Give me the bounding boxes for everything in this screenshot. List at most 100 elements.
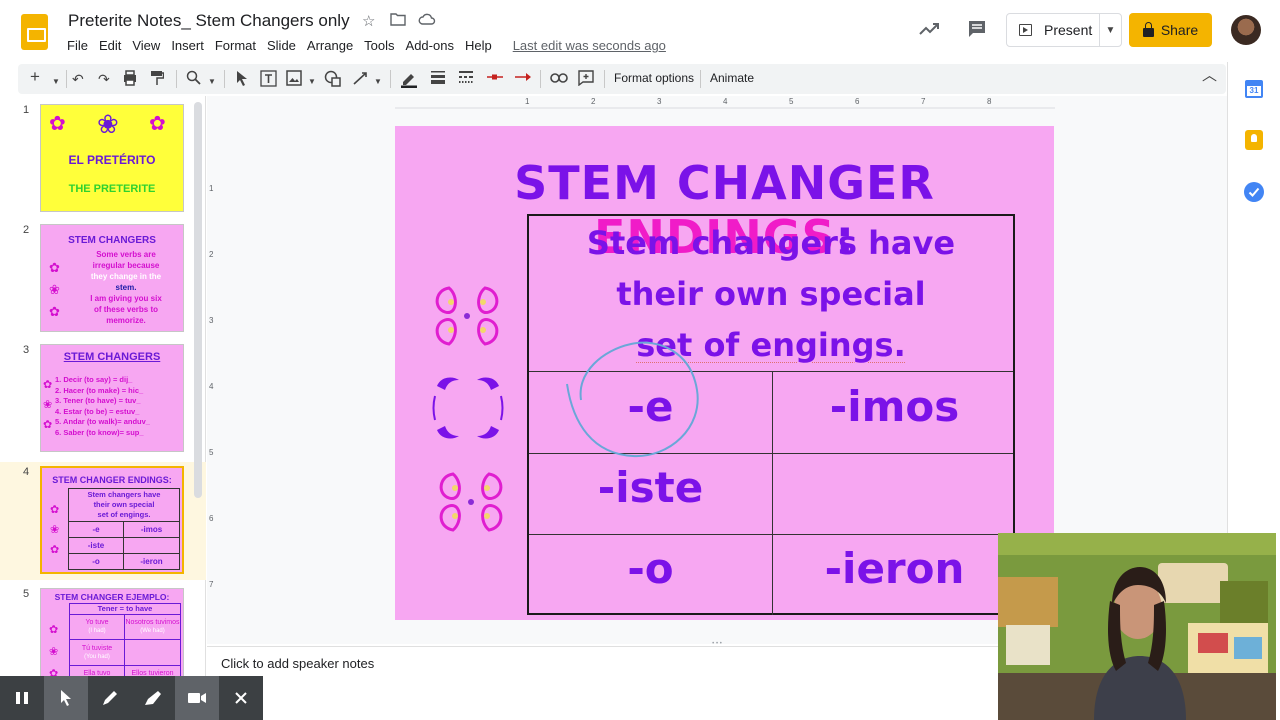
shape-icon[interactable]	[324, 70, 341, 91]
thumb-table: Tener = to have Yo tuve Nosotros tuvimos…	[69, 603, 181, 678]
collapse-toolbar-icon[interactable]: ︿	[1202, 67, 1217, 85]
flower-ornament-icon: ✿ ❀ ✿	[43, 379, 53, 431]
menu-slide[interactable]: Slide	[267, 38, 304, 53]
slide-thumbnail-5[interactable]: STEM CHANGER EJEMPLO: ✿ ❀ ✿ Tener = to hav…	[40, 588, 184, 678]
menu-help[interactable]: Help	[465, 38, 500, 53]
ending-nosotros[interactable]: -imos	[773, 382, 1016, 431]
line-tool-icon[interactable]	[352, 70, 369, 91]
ending-ellos[interactable]: -ieron	[773, 544, 1016, 593]
border-color-icon[interactable]	[400, 70, 418, 92]
flower-ornament-icon: ✿ ❀ ✿	[49, 624, 59, 678]
paint-format-icon[interactable]	[150, 70, 165, 90]
menu-edit[interactable]: Edit	[99, 38, 129, 53]
menu-tools[interactable]: Tools	[364, 38, 402, 53]
redo-icon[interactable]: ↷	[98, 70, 110, 88]
menu-insert[interactable]: Insert	[171, 38, 212, 53]
close-icon[interactable]	[219, 676, 263, 720]
header-line: their own special	[616, 275, 926, 313]
add-comment-icon[interactable]	[578, 70, 594, 90]
avatar[interactable]	[1231, 15, 1261, 45]
camera-toggle-button[interactable]	[175, 676, 220, 720]
slide-number: 2	[23, 224, 30, 236]
ending-tu[interactable]: -iste	[529, 463, 772, 512]
notes-resize-handle[interactable]: • • •	[707, 641, 727, 647]
ending-el[interactable]: -o	[529, 544, 772, 593]
ruler-tick: 5	[209, 448, 214, 457]
filmstrip-scrollbar[interactable]	[194, 102, 202, 498]
ruler-tick: 5	[789, 97, 794, 106]
horizontal-ruler[interactable]: 1 2 3 4 5 6 7 8 9	[395, 97, 1055, 109]
vertical-ruler[interactable]: 1 2 3 4 5 6 7	[207, 128, 219, 620]
tasks-icon[interactable]	[1244, 182, 1264, 202]
move-folder-icon[interactable]	[390, 12, 406, 30]
flower-ornament-icon	[439, 472, 503, 532]
line-end-icon[interactable]	[514, 70, 532, 88]
ruler-tick: 6	[209, 514, 214, 523]
slide-thumbnail-1[interactable]: ✿ ❀ ✿ EL PRETÉRITO THE PRETERITE	[40, 104, 184, 212]
cursor-tool-button[interactable]	[43, 676, 88, 720]
menu-arrange[interactable]: Arrange	[307, 38, 361, 53]
text-box-icon[interactable]	[260, 70, 277, 91]
line-dropdown[interactable]: ▼	[374, 73, 382, 91]
slide-thumbnail-3[interactable]: STEM CHANGERS ✿ ❀ ✿ 1. Decir (to say) = di…	[40, 344, 184, 452]
thumb-title: EL PRETÉRITO	[68, 153, 156, 167]
wreath-ornament-icon	[432, 377, 504, 439]
present-button[interactable]: Present ▼	[1006, 13, 1122, 47]
menu-file[interactable]: File	[67, 38, 96, 53]
activity-dashboard-icon[interactable]	[918, 18, 940, 40]
ruler-tick: 2	[209, 250, 214, 259]
slide-filmstrip: 1 ✿ ❀ ✿ EL PRETÉRITO THE PRETERITE 2 STE…	[0, 96, 206, 720]
share-button[interactable]: Share	[1129, 13, 1212, 47]
title-part-stem-changer: STEM CHANGER	[514, 156, 935, 210]
present-options-dropdown[interactable]: ▼	[1099, 14, 1121, 46]
image-icon[interactable]	[286, 70, 302, 90]
document-title[interactable]: Preterite Notes_ Stem Changers only	[68, 11, 350, 31]
slide[interactable]: STEM CHANGER ENDINGS: Stem changers have…	[395, 126, 1054, 620]
ruler-tick: 3	[209, 316, 214, 325]
app-header: Preterite Notes_ Stem Changers only ☆ Fi…	[0, 0, 1280, 62]
menu-addons[interactable]: Add-ons	[406, 38, 462, 53]
thumb-title: STEM CHANGERS	[63, 351, 161, 363]
new-slide-icon[interactable]: +	[30, 68, 40, 86]
last-edit-link[interactable]: Last edit was seconds ago	[513, 38, 666, 53]
ruler-tick: 3	[657, 97, 662, 106]
pause-button[interactable]	[0, 676, 44, 720]
star-icon[interactable]: ☆	[362, 12, 375, 30]
highlighter-tool-button[interactable]	[131, 676, 175, 720]
slide-number: 5	[23, 588, 30, 600]
slide-thumbnail-4[interactable]: STEM CHANGER ENDINGS: ✿ ❀ ✿ Stem changers …	[40, 466, 184, 574]
comment-history-icon[interactable]	[966, 18, 988, 40]
flower-ornament-icon: ✿ ❀ ✿	[49, 260, 60, 319]
zoom-icon[interactable]	[186, 70, 201, 89]
flower-ornament-icon: ✿	[149, 113, 166, 135]
slides-logo-icon[interactable]	[21, 14, 48, 50]
image-dropdown[interactable]: ▼	[308, 73, 316, 91]
thumb-title: STEM CHANGERS	[68, 235, 156, 246]
table-divider	[529, 534, 1013, 535]
keep-icon[interactable]	[1245, 130, 1263, 150]
link-icon[interactable]	[550, 70, 568, 88]
ruler-tick: 2	[591, 97, 596, 106]
border-dash-icon[interactable]	[458, 70, 474, 88]
print-icon[interactable]	[122, 70, 138, 90]
slide-thumbnail-2[interactable]: STEM CHANGERS ✿ ❀ ✿ Some verbs are irregul…	[40, 224, 184, 332]
new-slide-layout-dropdown[interactable]: ▼	[52, 73, 60, 91]
cloud-status-icon[interactable]	[418, 12, 436, 30]
speaker-notes-placeholder[interactable]: Click to add speaker notes	[221, 656, 374, 671]
line-start-icon[interactable]	[486, 70, 504, 88]
calendar-icon[interactable]: 31	[1245, 80, 1263, 98]
border-weight-icon[interactable]	[430, 70, 446, 88]
zoom-dropdown[interactable]: ▼	[208, 73, 216, 91]
slide-number: 4	[23, 466, 30, 478]
menu-view[interactable]: View	[132, 38, 168, 53]
menu-format[interactable]: Format	[215, 38, 264, 53]
undo-icon[interactable]: ↶	[72, 70, 84, 88]
select-tool-icon[interactable]	[236, 70, 248, 90]
thumb-body: 1. Decir (to say) = dij_ 2. Hacer (to ma…	[55, 375, 150, 437]
ruler-tick: 6	[855, 97, 860, 106]
format-options-button[interactable]: Format options	[614, 71, 694, 85]
animate-button[interactable]: Animate	[710, 71, 754, 85]
flower-ornament-icon: ✿ ❀ ✿	[50, 504, 60, 556]
present-label: Present	[1044, 22, 1093, 38]
pen-tool-button[interactable]	[88, 676, 132, 720]
